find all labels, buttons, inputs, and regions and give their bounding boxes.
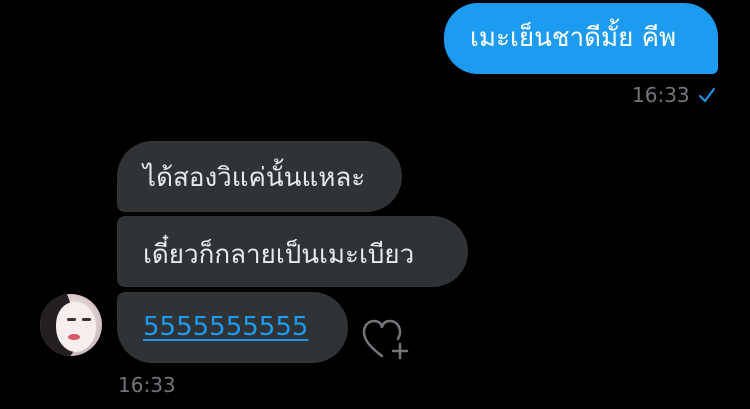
checkmark-icon: [698, 88, 715, 102]
avatar[interactable]: [40, 294, 102, 356]
sent-message-bubble[interactable]: เมะเย็นชาดีมั้ย คีพ: [444, 3, 718, 74]
received-message-bubble[interactable]: 5555555555: [117, 292, 348, 363]
received-message-bubble[interactable]: เดี๋ยวก็กลายเป็นเมะเบียว: [117, 216, 468, 287]
sent-message-meta: 16:33: [632, 83, 716, 107]
message-link[interactable]: 5555555555: [143, 312, 308, 342]
sent-message-time: 16:33: [632, 83, 690, 107]
received-message-text: ได้สองวิแค่นั้นแหละ: [143, 163, 366, 193]
received-message-text: เดี๋ยวก็กลายเป็นเมะเบียว: [143, 240, 415, 270]
sent-message-text: เมะเย็นชาดีมั้ย คีพ: [470, 23, 677, 53]
heart-plus-icon[interactable]: [362, 318, 410, 362]
received-message-time: 16:33: [118, 373, 176, 397]
received-message-bubble[interactable]: ได้สองวิแค่นั้นแหละ: [117, 141, 402, 212]
